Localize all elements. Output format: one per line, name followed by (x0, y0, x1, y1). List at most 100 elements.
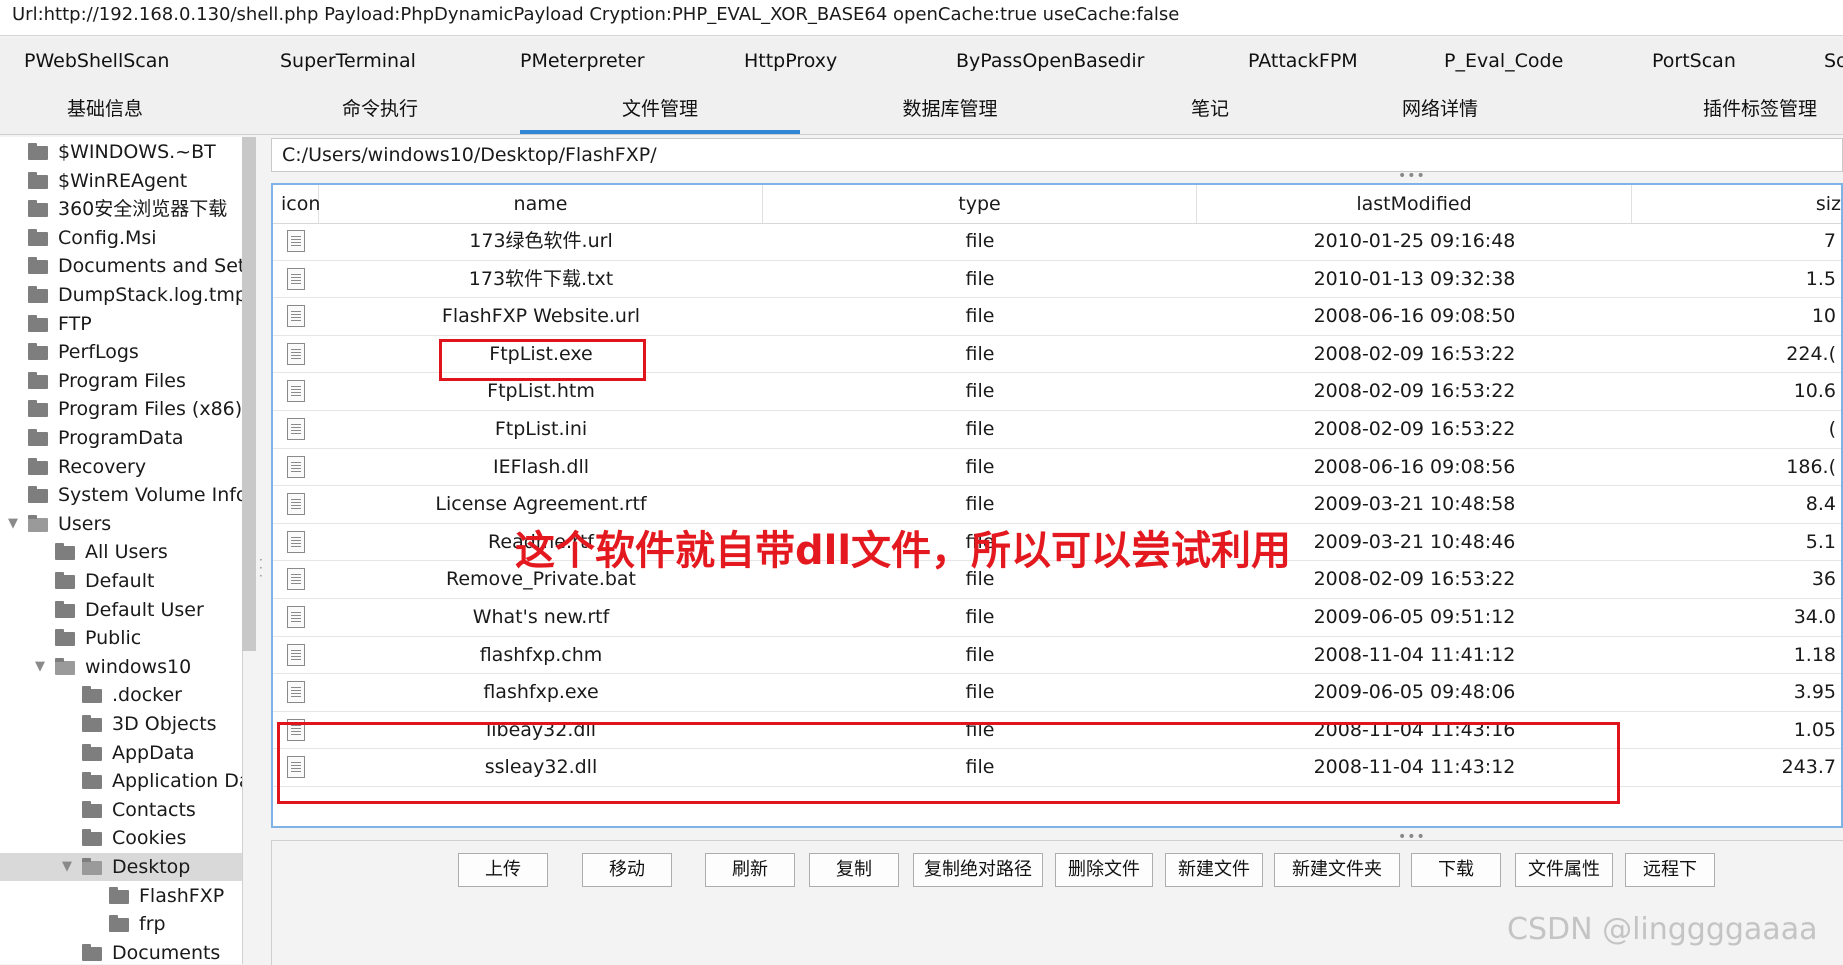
tree-item[interactable]: System Volume Infor (0, 481, 242, 509)
column-header-name[interactable]: name (319, 185, 763, 223)
tree-item[interactable]: Public (0, 624, 242, 652)
tree-item-label: PerfLogs (58, 341, 139, 364)
path-input[interactable]: C:/Users/windows10/Desktop/FlashFXP/ (271, 138, 1843, 172)
tree-item[interactable]: FTP (0, 310, 242, 338)
tree-item[interactable]: Program Files (x86) (0, 395, 242, 423)
plugin-tab-pattackfpm[interactable]: PAttackFPM (1248, 38, 1358, 86)
tree-item[interactable]: $WINDOWS.~BT (0, 138, 242, 166)
tree-item[interactable]: Program Files (0, 367, 242, 395)
tree-item[interactable]: Documents and Setti (0, 252, 242, 280)
toolbar-button-8[interactable]: 下载 (1411, 853, 1501, 887)
table-row[interactable]: flashfxp.exe file 2009-06-05 09:48:06 3.95 (273, 674, 1841, 712)
tree-item[interactable]: Default (0, 567, 242, 595)
folder-icon (28, 171, 48, 189)
toolbar-button-4[interactable]: 复制绝对路径 (913, 853, 1043, 887)
tab-0[interactable]: 基础信息 (10, 86, 200, 134)
chevron-down-icon[interactable]: ▼ (6, 510, 20, 538)
tree-item[interactable]: $WinREAgent (0, 167, 242, 195)
tree-item[interactable]: frp (0, 910, 242, 938)
cell-type: file (965, 267, 995, 290)
folder-icon (28, 314, 48, 332)
table-row[interactable]: flashfxp.chm file 2008-11-04 11:41:12 1.18 (273, 637, 1841, 675)
toolbar-button-10[interactable]: 远程下 (1625, 853, 1715, 887)
folder-icon (28, 257, 48, 275)
tree-item[interactable]: ▼ Desktop (0, 853, 242, 881)
tree-item[interactable]: AppData (0, 739, 242, 767)
cell-lastmodified: 2010-01-13 09:32:38 (1313, 267, 1516, 290)
tree-item[interactable]: .docker (0, 681, 242, 709)
tab-1[interactable]: 命令执行 (270, 86, 490, 134)
tree-item[interactable]: FlashFXP (0, 882, 242, 910)
table-row[interactable]: FtpList.ini file 2008-02-09 16:53:22 ( (273, 411, 1841, 449)
tree-item[interactable]: Application Da (0, 767, 242, 795)
table-row[interactable]: FlashFXP Website.url file 2008-06-16 09:08… (273, 298, 1841, 336)
toolbar-button-5[interactable]: 删除文件 (1055, 853, 1153, 887)
tab-6[interactable]: 插件标签管理 (1640, 86, 1843, 134)
folder-icon (28, 371, 48, 389)
tree-item[interactable]: PerfLogs (0, 338, 242, 366)
tree-item-label: FlashFXP (139, 884, 225, 907)
cell-size: 34.0 (1793, 606, 1836, 628)
plugin-tab-pmeterpreter[interactable]: PMeterpreter (520, 38, 645, 86)
cell-type: file (965, 418, 995, 440)
tree-item-label: 3D Objects (112, 713, 217, 735)
toolbar-button-2[interactable]: 刷新 (705, 853, 795, 887)
tree-item[interactable]: DumpStack.log.tmp (0, 281, 242, 309)
tree-item[interactable]: Documents (0, 939, 242, 964)
table-row[interactable]: 173软件下载.txt file 2010-01-13 09:32:38 1.5 (273, 261, 1841, 299)
tab-3[interactable]: 数据库管理 (820, 86, 1080, 134)
toolbar-button-7[interactable]: 新建文件夹 (1274, 853, 1400, 887)
column-header-type[interactable]: type (763, 185, 1197, 223)
tree-scrollbar[interactable] (242, 137, 256, 651)
tree-item-label: 360安全浏览器下载 (58, 198, 228, 221)
tree-item[interactable]: All Users (0, 538, 242, 566)
chevron-down-icon[interactable]: ▼ (60, 853, 74, 881)
cell-lastmodified: 2009-06-05 09:51:12 (1313, 606, 1516, 628)
column-header-lastmodified[interactable]: lastModified (1197, 185, 1632, 223)
plugin-tab-pwebshellscan[interactable]: PWebShellScan (24, 38, 169, 86)
plugin-tab-p-eval-code[interactable]: P_Eval_Code (1444, 38, 1563, 86)
tree-item[interactable]: Config.Msi (0, 224, 242, 252)
plugin-tab-bypassopenbasedir[interactable]: ByPassOpenBasedir (956, 38, 1145, 86)
table-row[interactable]: What's new.rtf file 2009-06-05 09:51:12 34.… (273, 599, 1841, 637)
toolbar-button-9[interactable]: 文件属性 (1515, 853, 1613, 887)
directory-tree: $WINDOWS.~BT $WinREAgent 360安全浏览器下载 Config.… (0, 137, 243, 964)
tree-item[interactable]: Cookies (0, 824, 242, 852)
tab-5[interactable]: 网络详情 (1320, 86, 1560, 134)
column-header-icon[interactable]: icon (273, 185, 320, 223)
tree-item[interactable]: Contacts (0, 796, 242, 824)
toolbar-button-1[interactable]: 移动 (582, 853, 672, 887)
table-header: icon name type lastModified siz (273, 185, 1841, 224)
tree-item[interactable]: Recovery (0, 453, 242, 481)
splitter-handle-top[interactable]: ••• (1398, 168, 1426, 184)
plugin-tab-so[interactable]: So (1824, 38, 1843, 86)
tree-item[interactable]: ▼ Users (0, 510, 242, 538)
toolbar-button-3[interactable]: 复制 (809, 853, 899, 887)
file-icon (287, 230, 305, 252)
tree-item[interactable]: 360安全浏览器下载 (0, 195, 242, 223)
tree-item[interactable]: Default User (0, 596, 242, 624)
tree-item-label: .docker (112, 684, 182, 707)
splitter-handle[interactable]: · · · (259, 554, 265, 586)
tree-item[interactable]: 3D Objects (0, 710, 242, 738)
tree-item-label: $WINDOWS.~BT (58, 141, 216, 163)
tree-item[interactable]: ProgramData (0, 424, 242, 452)
folder-icon (109, 915, 129, 933)
tree-item-label: Recovery (58, 455, 147, 478)
tab-2[interactable]: 文件管理 (520, 86, 800, 134)
cell-lastmodified: 2008-02-09 16:53:22 (1313, 418, 1516, 440)
toolbar-button-0[interactable]: 上传 (458, 853, 548, 887)
tree-item[interactable]: ▼ windows10 (0, 653, 242, 681)
file-icon (287, 455, 305, 478)
cell-size: 10 (1811, 305, 1836, 328)
table-row[interactable]: IEFlash.dll file 2008-06-16 09:08:56 186.( (273, 449, 1841, 487)
plugin-tab-superterminal[interactable]: SuperTerminal (280, 38, 416, 86)
table-row[interactable]: 173绿色软件.url file 2010-01-25 09:16:48 7 (273, 223, 1841, 261)
column-header-siz[interactable]: siz (1632, 185, 1841, 223)
toolbar-button-6[interactable]: 新建文件 (1165, 853, 1263, 887)
plugin-tab-httpproxy[interactable]: HttpProxy (744, 38, 837, 86)
chevron-down-icon[interactable]: ▼ (33, 653, 47, 681)
tree-item-label: Desktop (112, 856, 191, 878)
plugin-tab-portscan[interactable]: PortScan (1652, 38, 1736, 86)
tab-4[interactable]: 笔记 (1110, 86, 1310, 134)
